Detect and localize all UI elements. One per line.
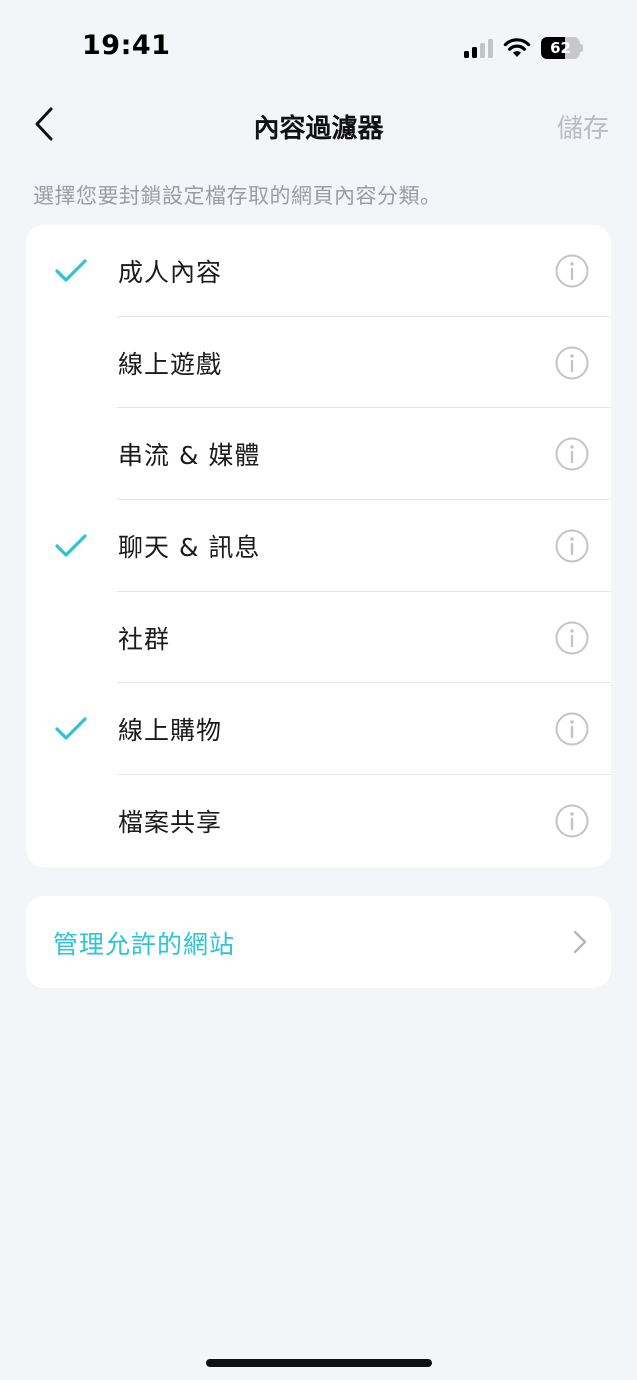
category-label: 線上遊戲 bbox=[118, 349, 223, 379]
status-bar: 19:41 62 bbox=[0, 0, 637, 96]
home-indicator bbox=[206, 1359, 432, 1367]
screen: 19:41 62 內容過濾器 儲存 選擇您要封鎖設定檔存取的網頁內容分類。 成人… bbox=[0, 0, 637, 1380]
check-icon bbox=[55, 717, 87, 740]
check-icon bbox=[55, 534, 87, 557]
info-icon[interactable] bbox=[555, 346, 589, 380]
status-time: 19:41 bbox=[82, 30, 171, 61]
category-row[interactable]: 成人內容 bbox=[26, 225, 611, 317]
category-label: 檔案共享 bbox=[118, 807, 223, 837]
info-icon[interactable] bbox=[555, 437, 589, 471]
category-label: 社群 bbox=[118, 624, 171, 654]
info-icon[interactable] bbox=[555, 621, 589, 655]
chevron-right-icon bbox=[573, 930, 587, 954]
info-icon[interactable] bbox=[555, 804, 589, 838]
category-label: 串流 & 媒體 bbox=[118, 441, 261, 471]
category-row[interactable]: 社群 bbox=[26, 592, 611, 684]
nav-bar: 內容過濾器 儲存 bbox=[0, 96, 637, 152]
info-icon[interactable] bbox=[555, 712, 589, 746]
description-text: 選擇您要封鎖設定檔存取的網頁內容分類。 bbox=[33, 184, 442, 208]
category-row[interactable]: 檔案共享 bbox=[26, 775, 611, 867]
category-row[interactable]: 線上遊戲 bbox=[26, 317, 611, 409]
info-icon[interactable] bbox=[555, 529, 589, 563]
category-row[interactable]: 串流 & 媒體 bbox=[26, 408, 611, 501]
category-label: 成人內容 bbox=[118, 257, 223, 287]
wifi-icon bbox=[503, 38, 531, 58]
category-row[interactable]: 聊天 & 訊息 bbox=[26, 500, 611, 592]
manage-allowed-sites-button[interactable]: 管理允許的網站 bbox=[26, 896, 611, 988]
check-icon bbox=[55, 259, 87, 282]
category-label: 線上購物 bbox=[118, 716, 223, 746]
status-icons: 62 bbox=[464, 36, 583, 60]
page-title: 內容過濾器 bbox=[253, 114, 384, 144]
manage-allowed-sites-label: 管理允許的網站 bbox=[53, 930, 236, 959]
battery-level: 62 bbox=[550, 39, 571, 57]
category-list: 成人內容線上遊戲串流 & 媒體 聊天 & 訊息 社群線上購物檔案共享 bbox=[26, 225, 611, 867]
battery-icon: 62 bbox=[541, 37, 583, 59]
save-button[interactable]: 儲存 bbox=[557, 108, 609, 145]
category-label: 聊天 & 訊息 bbox=[118, 532, 261, 562]
info-icon[interactable] bbox=[555, 254, 589, 288]
category-row[interactable]: 線上購物 bbox=[26, 683, 611, 776]
cellular-signal-icon bbox=[464, 38, 493, 58]
